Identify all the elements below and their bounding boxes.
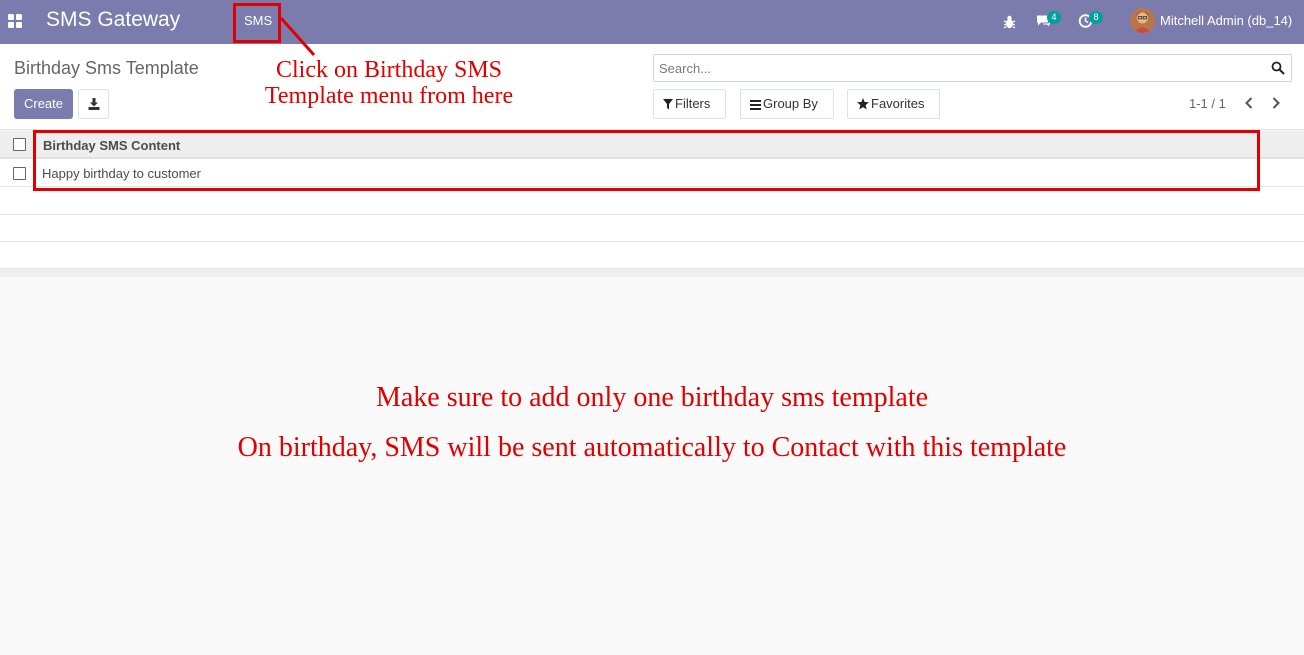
search-input[interactable] [659, 61, 1259, 76]
annotation-note-2: On birthday, SMS will be sent automatica… [237, 432, 1067, 463]
apps-menu-icon[interactable] [8, 14, 22, 28]
bars-icon [750, 100, 761, 110]
chevron-right-icon[interactable] [1271, 97, 1281, 109]
chat-count-badge: 4 [1047, 11, 1061, 24]
favorites-label: Favorites [871, 96, 925, 111]
download-icon [88, 98, 100, 110]
top-navbar: SMS Gateway SMS 4 8 Mitchell Admin (db_1… [0, 0, 1304, 44]
select-all-checkbox[interactable] [13, 138, 26, 151]
activity-count-badge: 8 [1089, 11, 1103, 24]
filter-icon [663, 99, 673, 110]
annotation-menu-hint: Click on Birthday SMS Template menu from… [264, 57, 514, 109]
search-bar[interactable] [653, 54, 1292, 82]
download-button[interactable] [78, 89, 109, 119]
filters-button[interactable]: Filters [653, 89, 726, 119]
breadcrumb-title: Birthday Sms Template [14, 58, 199, 78]
control-panel: Birthday Sms Template Create Filters Gro… [0, 44, 1304, 130]
group-by-button[interactable]: Group By [740, 89, 834, 119]
row-checkbox[interactable] [13, 167, 26, 180]
search-icon[interactable] [1271, 61, 1285, 75]
pager-value[interactable]: 1-1 / 1 [1189, 96, 1226, 111]
annotation-note-1: Make sure to add only one birthday sms t… [375, 382, 929, 413]
empty-row [0, 188, 1304, 215]
menu-highlight-box [233, 3, 281, 43]
list-highlight-box [33, 130, 1260, 191]
favorites-button[interactable]: Favorites [847, 89, 940, 119]
empty-row [0, 242, 1304, 269]
star-icon [857, 98, 869, 110]
avatar[interactable] [1130, 8, 1155, 33]
app-name[interactable]: SMS Gateway [46, 8, 180, 32]
empty-row [0, 215, 1304, 242]
group-by-label: Group By [763, 96, 818, 111]
user-menu[interactable]: Mitchell Admin (db_14) [1160, 13, 1292, 28]
filters-label: Filters [675, 96, 711, 111]
chevron-left-icon[interactable] [1244, 97, 1254, 109]
list-footer [0, 269, 1304, 277]
create-button[interactable]: Create [14, 89, 73, 119]
bug-icon[interactable] [1003, 13, 1016, 31]
